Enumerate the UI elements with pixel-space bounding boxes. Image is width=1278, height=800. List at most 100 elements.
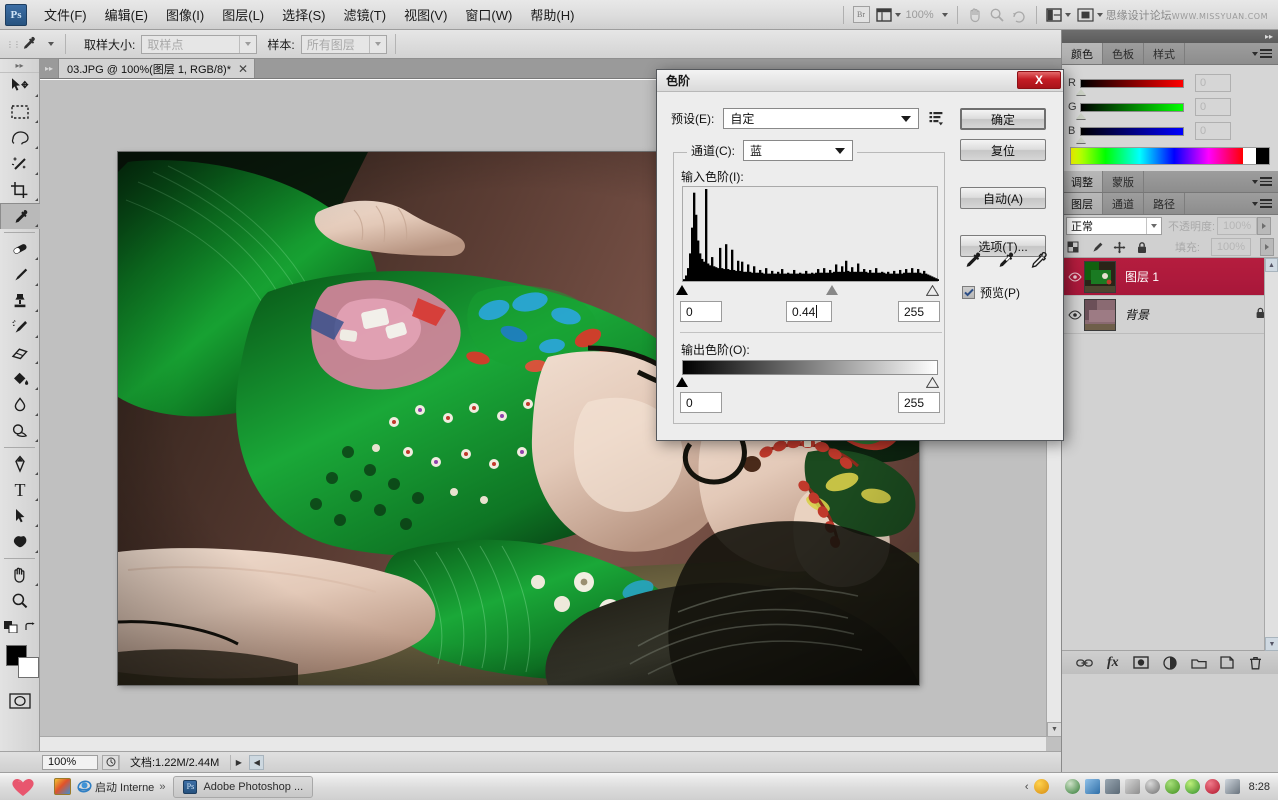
input-gamma-handle[interactable] [826,285,838,295]
layer-visibility-toggle[interactable] [1066,310,1084,320]
document-tab-03jpg[interactable]: 03.JPG @ 100%(图层 1, RGB/8)* ✕ [58,58,255,78]
clone-stamp-tool[interactable] [0,288,40,314]
tray-icon-security[interactable] [1034,779,1049,794]
path-selection-tool[interactable] [0,503,40,529]
layer-visibility-toggle[interactable] [1066,272,1084,282]
color-value-b[interactable]: 0 [1195,122,1231,140]
blend-mode-select[interactable]: 正常 [1066,217,1162,235]
menu-filter[interactable]: 滤镜(T) [334,1,395,28]
layer-style-icon[interactable]: fx [1103,654,1123,672]
input-levels-slider[interactable] [682,284,938,298]
color-slider-g[interactable]: G 0 [1062,95,1278,119]
slider-thumb-g[interactable] [1076,113,1086,119]
tray-icon-network[interactable] [1085,779,1100,794]
levels-dialog-titlebar[interactable]: 色阶 X [657,70,1063,92]
menu-window[interactable]: 窗口(W) [456,1,521,28]
new-adjustment-layer-icon[interactable] [1160,654,1180,672]
scroll-up-arrow[interactable]: ▲ [1265,258,1278,272]
screen-mode-selector[interactable] [1074,4,1106,26]
swap-colors-icon[interactable] [24,621,36,633]
panel-collapse-button[interactable]: ▸▸ [1062,30,1278,43]
close-icon[interactable]: X [1017,71,1061,89]
layer-thumbnail[interactable] [1084,299,1116,331]
healing-brush-tool[interactable] [0,236,40,262]
output-white-point-handle[interactable] [926,377,939,388]
table-row[interactable]: 背景 [1062,296,1278,334]
preview-checkbox[interactable] [962,286,975,299]
dodge-tool[interactable] [0,418,40,444]
input-white-point-handle[interactable] [926,285,939,296]
tray-icon-globe[interactable] [1065,779,1080,794]
background-color-swatch[interactable] [18,657,39,678]
status-scroll-left[interactable]: ◀ [249,755,264,770]
new-layer-icon[interactable] [1217,654,1237,672]
histogram[interactable] [682,186,938,282]
status-zoom-field[interactable]: 100% [42,755,98,770]
tray-icon-volume[interactable] [1105,779,1120,794]
table-row[interactable]: 图层 1 [1062,258,1278,296]
output-white-field[interactable]: 255 [898,392,940,413]
color-spectrum-ramp[interactable] [1070,147,1270,165]
opacity-value[interactable]: 100% [1217,217,1257,235]
spectrum-black-swatch[interactable] [1256,148,1269,164]
tray-icon-input[interactable] [1125,779,1140,794]
tray-icon-disc[interactable] [1145,779,1160,794]
tray-icon-antivirus[interactable] [1205,779,1220,794]
scroll-down-arrow[interactable]: ▼ [1047,722,1062,737]
crop-tool[interactable] [0,177,40,203]
auto-button[interactable]: 自动(A) [960,187,1046,209]
lock-all-icon[interactable] [1135,240,1149,254]
app-icon[interactable] [54,778,71,795]
eyedropper-tool[interactable] [0,203,40,229]
link-layers-icon[interactable] [1074,654,1094,672]
input-gamma-field[interactable]: 0.44 [786,301,832,322]
set-black-point-eyedropper[interactable] [962,250,983,271]
set-white-point-eyedropper[interactable] [1028,250,1049,271]
preset-select[interactable]: 自定 [723,108,919,129]
slider-track-r[interactable] [1080,79,1184,88]
menu-image[interactable]: 图像(I) [157,1,213,28]
tab-adjustments[interactable]: 调整 [1062,171,1103,192]
taskbar-item-photoshop[interactable]: Ps Adobe Photoshop ... [173,776,313,798]
color-value-r[interactable]: 0 [1195,74,1231,92]
type-tool[interactable]: T [0,477,40,503]
slider-track-g[interactable] [1080,103,1184,112]
pen-tool[interactable] [0,451,40,477]
reset-button[interactable]: 复位 [960,139,1046,161]
fill-stepper[interactable] [1260,238,1274,256]
zoom-tool-button[interactable] [986,4,1008,26]
hand-tool-button[interactable] [964,4,986,26]
slider-thumb-r[interactable] [1076,89,1086,95]
opacity-stepper[interactable] [1257,217,1271,235]
layers-panel-menu-button[interactable] [1246,193,1278,214]
input-black-field[interactable]: 0 [680,301,722,322]
slider-thumb-b[interactable] [1076,137,1086,143]
tab-layers[interactable]: 图层 [1062,193,1103,214]
bridge-button[interactable]: Br [850,4,873,26]
slider-track-b[interactable] [1080,127,1184,136]
color-value-g[interactable]: 0 [1195,98,1231,116]
rotate-view-button[interactable] [1008,4,1030,26]
tray-expand-icon[interactable]: ‹ [1025,781,1029,793]
new-group-icon[interactable] [1189,654,1209,672]
toolbox-collapse-handle[interactable]: ▸▸ [0,59,39,73]
status-clock-icon[interactable] [102,755,119,770]
tool-preset-dropdown[interactable] [42,33,57,55]
set-gray-point-eyedropper[interactable] [995,250,1016,271]
menu-view[interactable]: 视图(V) [395,1,456,28]
output-black-field[interactable]: 0 [680,392,722,413]
preview-checkbox-row[interactable]: 预览(P) [962,284,1020,301]
color-slider-r[interactable]: R 0 [1062,71,1278,95]
history-brush-tool[interactable] [0,314,40,340]
add-layer-mask-icon[interactable] [1131,654,1151,672]
default-colors-icon[interactable] [4,621,18,633]
menu-file[interactable]: 文件(F) [35,1,96,28]
start-button[interactable] [6,775,40,799]
input-black-point-handle[interactable] [676,285,688,295]
fill-value[interactable]: 100% [1211,238,1251,256]
status-expand-arrow[interactable]: ▶ [230,755,246,770]
sample-select[interactable]: 所有图层 [301,35,387,54]
channel-select[interactable]: 蓝 [743,140,853,161]
spectrum-white-swatch[interactable] [1243,148,1256,164]
lock-transparent-pixels-icon[interactable] [1066,240,1080,254]
